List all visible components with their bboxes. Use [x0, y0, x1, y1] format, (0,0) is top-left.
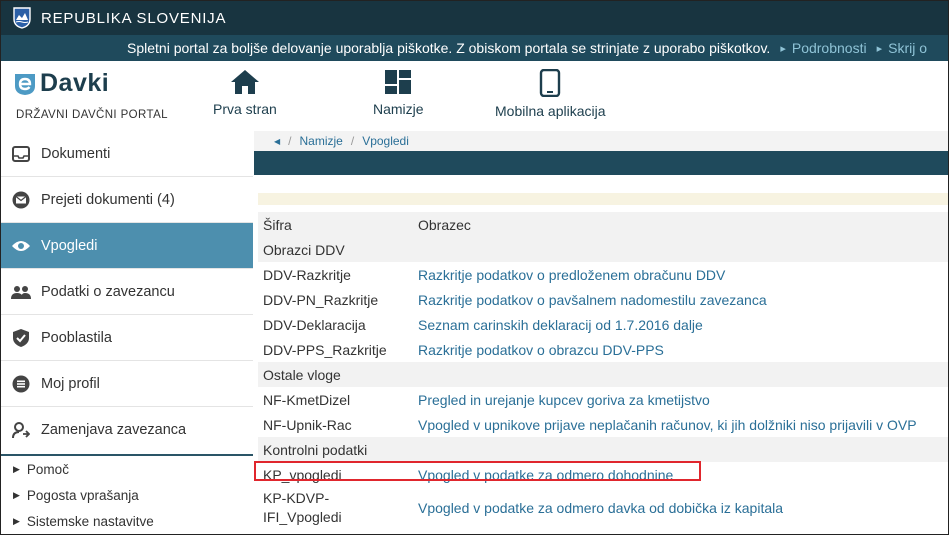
edavki-logo[interactable]: Davki: [13, 69, 109, 98]
sidebar-item-moj-profil[interactable]: Moj profil: [1, 361, 253, 407]
nav-mobile-button[interactable]: Mobilna aplikacija: [495, 69, 606, 119]
help-link-label: Sistemske nastavitve: [26, 513, 154, 529]
row-code: NF-KmetDizel: [263, 391, 351, 408]
dashboard-icon: [385, 70, 412, 94]
vpogledi-table: Šifra Obrazec Obrazci DDV DDV-Razkritje …: [258, 212, 948, 529]
row-form-link[interactable]: Seznam carinskih deklaracij od 1.7.2016 …: [418, 317, 703, 333]
breadcrumb-separator: /: [288, 134, 292, 148]
row-code: KP-KDVP- IFI_Vpogledi: [263, 490, 342, 525]
sidebar-item-label: Podatki o zavezancu: [41, 283, 175, 300]
breadcrumb-item-namizje[interactable]: Namizje: [300, 134, 343, 148]
browser-frame: REPUBLIKA SLOVENIJA Spletni portal za bo…: [0, 0, 949, 535]
table-row: KP-KDVP- IFI_Vpogledi Vpogled v podatke z…: [258, 487, 948, 529]
sidebar-item-vpogledi[interactable]: Vpogledi: [1, 223, 253, 269]
nav-dashboard-button[interactable]: Namizje: [373, 69, 424, 117]
sidebar-item-label: Dokumenti: [41, 145, 111, 162]
slovenia-crest-icon: [13, 7, 31, 29]
row-form-link[interactable]: Vpogled v upnikove prijave neplačanih ra…: [418, 417, 917, 433]
sidebar-item-prejeti-dokumenti[interactable]: Prejeti dokumenti (4): [1, 177, 253, 223]
logo-subtitle: DRŽAVNI DAVČNI PORTAL: [16, 109, 168, 121]
table-row: DDV-Deklaracija Seznam carinskih deklara…: [258, 312, 948, 337]
eye-icon: [11, 236, 31, 256]
cookie-hide-link[interactable]: Skrij o: [888, 40, 927, 56]
help-link-label: Pogosta vprašanja: [26, 487, 139, 503]
breadcrumb-item-vpogledi[interactable]: Vpogledi: [362, 134, 409, 148]
row-form-link[interactable]: Vpogled v podatke za odmero davka od dob…: [418, 500, 783, 516]
envelope-icon: [11, 190, 31, 210]
group-label: Kontrolni podatki: [263, 441, 368, 458]
sidebar: Dokumenti Prejeti dokumenti (4) Vpogledi…: [1, 131, 253, 534]
table-header-row: Šifra Obrazec: [258, 212, 948, 237]
sidebar-item-podatki-o-zavezancu[interactable]: Podatki o zavezancu: [1, 269, 253, 315]
top-bar: REPUBLIKA SLOVENIJA: [1, 1, 948, 35]
group-label: Obrazci DDV: [263, 241, 345, 258]
sidebar-item-pooblastila[interactable]: Pooblastila: [1, 315, 253, 361]
logo-text: Davki: [40, 69, 110, 97]
swap-user-icon: [11, 420, 31, 440]
row-code: DDV-Razkritje: [263, 266, 351, 283]
sidebar-item-label: Zamenjava zavezanca: [41, 421, 187, 438]
group-label: Ostale vloge: [263, 366, 341, 383]
breadcrumb-separator: /: [350, 134, 355, 148]
back-arrow-icon[interactable]: ◀: [274, 137, 280, 146]
row-form-link[interactable]: Razkritje podatkov o obrazcu DDV-PPS: [418, 342, 664, 358]
column-header-sifra: Šifra: [263, 216, 292, 233]
home-icon: [230, 70, 259, 94]
arrow-right-icon: ▸: [780, 42, 786, 55]
users-icon: [11, 282, 31, 302]
table-row: DDV-PN_Razkritje Razkritje podatkov o pa…: [258, 287, 948, 312]
inbox-icon: [11, 144, 31, 164]
triangle-right-icon: ▶: [13, 515, 20, 526]
table-group-row: Kontrolni podatki: [258, 437, 948, 462]
breadcrumb: ◀ / Namizje / Vpogledi: [254, 131, 948, 151]
row-code: DDV-PPS_Razkritje: [263, 341, 387, 358]
table-group-row: Obrazci DDV: [258, 237, 948, 262]
shield-check-icon: [11, 328, 31, 348]
title-band: [254, 151, 948, 175]
arrow-right-icon: ▸: [876, 42, 883, 55]
column-header-obrazec: Obrazec: [418, 216, 471, 233]
notice-strip: [258, 193, 948, 205]
highlight-box: [254, 461, 701, 481]
table-row: NF-KmetDizel Pregled in urejanje kupcev …: [258, 387, 948, 412]
table-row: DDV-PPS_Razkritje Razkritje podatkov o o…: [258, 337, 948, 362]
help-link-label: Pomoč: [26, 461, 69, 477]
site-title: REPUBLIKA SLOVENIJA: [41, 9, 227, 27]
table-row: DDV-Razkritje Razkritje podatkov o predl…: [258, 262, 948, 287]
help-link-sistemske-nastavitve[interactable]: ▶ Sistemske nastavitve: [1, 508, 253, 534]
sidebar-item-label: Prejeti dokumenti (4): [41, 191, 175, 208]
nav-home-button[interactable]: Prva stran: [213, 69, 277, 117]
sidebar-item-label: Moj profil: [41, 375, 100, 392]
nav-dashboard-label: Namizje: [373, 101, 424, 117]
mobile-phone-icon: [540, 69, 561, 97]
row-form-link[interactable]: Pregled in urejanje kupcev goriva za kme…: [418, 392, 710, 408]
row-code: DDV-Deklaracija: [263, 316, 366, 333]
triangle-right-icon: ▶: [13, 489, 20, 500]
help-link-pomoc[interactable]: ▶ Pomoč: [1, 456, 253, 482]
sidebar-item-label: Pooblastila: [41, 329, 112, 346]
triangle-right-icon: ▶: [13, 463, 20, 474]
sidebar-item-zamenjava-zavezanca[interactable]: Zamenjava zavezanca: [1, 407, 253, 452]
row-code: NF-Upnik-Rac: [263, 416, 352, 433]
edavki-e-icon: [15, 73, 35, 95]
nav-mobile-label: Mobilna aplikacija: [495, 103, 606, 119]
nav-home-label: Prva stran: [213, 101, 277, 117]
cookie-details-link[interactable]: Podrobnosti: [792, 40, 867, 56]
table-row: NF-Upnik-Rac Vpogled v upnikove prijave …: [258, 412, 948, 437]
help-link-pogosta-vprasanja[interactable]: ▶ Pogosta vprašanja: [1, 482, 253, 508]
cookie-bar: Spletni portal za boljše delovanje upora…: [1, 35, 948, 61]
sidebar-item-label: Vpogledi: [41, 237, 98, 254]
table-group-row: Ostale vloge: [258, 362, 948, 387]
row-form-link[interactable]: Razkritje podatkov o predloženem obračun…: [418, 267, 725, 283]
portal-header: Davki DRŽAVNI DAVČNI PORTAL Prva stran N…: [1, 61, 948, 131]
cookie-message: Spletni portal za boljše delovanje upora…: [127, 40, 771, 56]
row-code: DDV-PN_Razkritje: [263, 291, 379, 308]
row-form-link[interactable]: Razkritje podatkov o pavšalnem nadomesti…: [418, 292, 767, 308]
list-icon: [11, 374, 31, 394]
sidebar-item-dokumenti[interactable]: Dokumenti: [1, 131, 253, 177]
